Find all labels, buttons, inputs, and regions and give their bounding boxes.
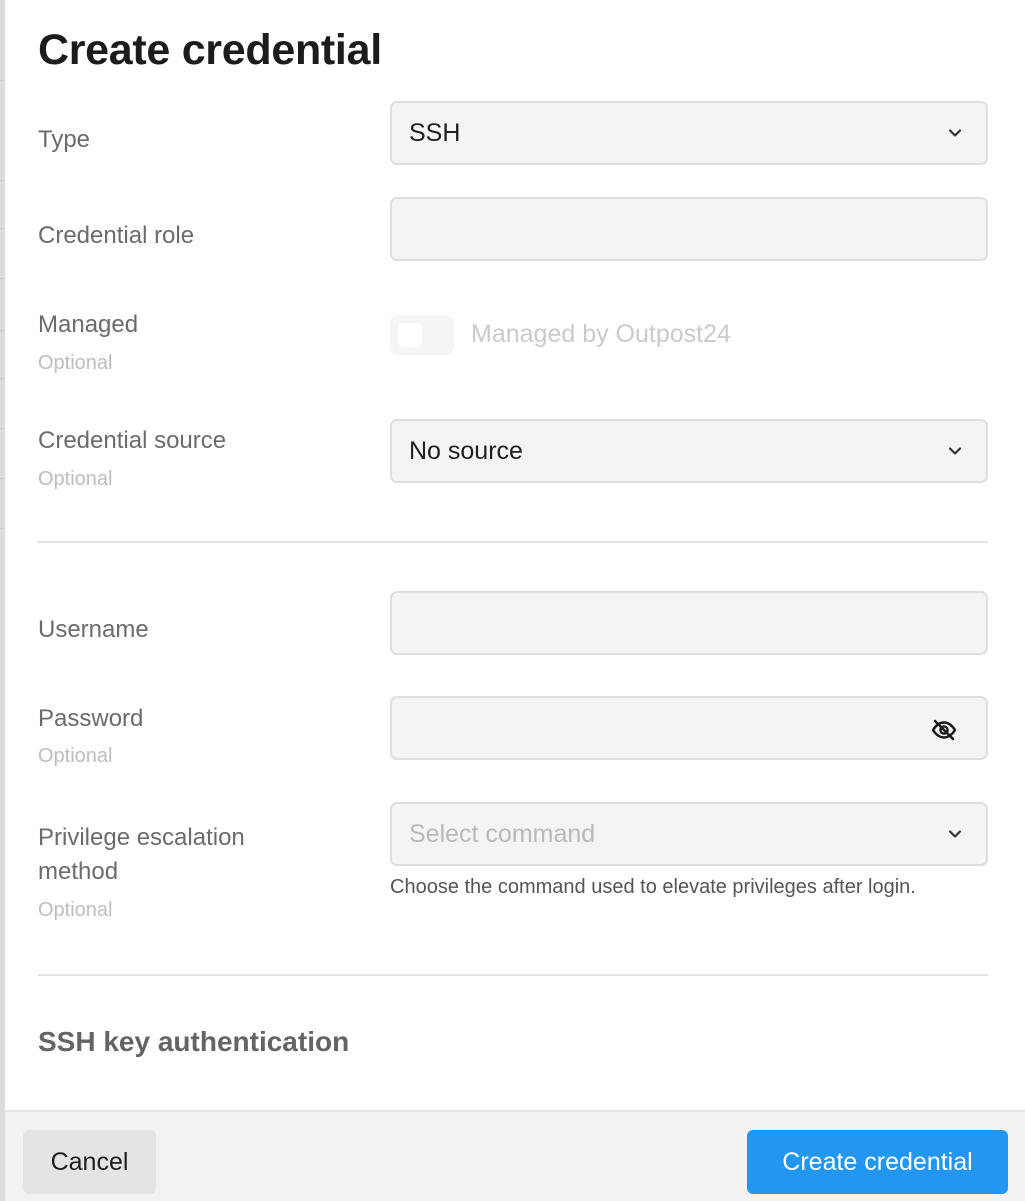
privilege-escalation-select[interactable]: Select command <box>390 802 988 866</box>
type-label: Type <box>38 126 91 153</box>
privilege-escalation-help: Choose the command used to elevate privi… <box>390 876 916 898</box>
managed-optional: Optional <box>38 352 113 374</box>
chevron-down-icon <box>948 447 962 455</box>
chevron-down-icon <box>948 830 962 838</box>
credential-role-input[interactable] <box>390 197 988 261</box>
managed-toggle-label: Managed by Outpost24 <box>471 320 731 348</box>
privilege-escalation-optional: Optional <box>38 899 113 921</box>
ssh-key-section-heading: SSH key authentication <box>38 1026 350 1057</box>
eye-off-icon[interactable] <box>930 716 958 744</box>
managed-label: Managed <box>38 311 139 338</box>
password-input[interactable] <box>390 696 988 760</box>
chevron-down-icon <box>948 129 962 137</box>
section-divider <box>38 541 988 543</box>
credential-source-value: No source <box>409 437 523 465</box>
type-select-value: SSH <box>409 119 461 147</box>
section-divider <box>38 974 988 976</box>
privilege-escalation-label-line2: method <box>38 858 119 885</box>
create-credential-button[interactable]: Create credential <box>747 1130 1008 1194</box>
credential-source-optional: Optional <box>38 468 113 490</box>
managed-toggle[interactable] <box>390 315 454 355</box>
password-optional: Optional <box>38 745 113 767</box>
password-label: Password <box>38 705 144 732</box>
username-label: Username <box>38 616 149 643</box>
dialog-title: Create credential <box>38 26 382 74</box>
privilege-escalation-placeholder: Select command <box>409 820 596 848</box>
dialog-footer: Cancel Create credential <box>5 1110 1025 1201</box>
create-credential-dialog: Create credential Type SSH Credential ro… <box>5 0 1025 1201</box>
privilege-escalation-label-line1: Privilege escalation <box>38 824 245 851</box>
credential-source-label: Credential source <box>38 427 227 454</box>
credential-source-select[interactable]: No source <box>390 419 988 483</box>
username-input[interactable] <box>390 591 988 655</box>
cancel-button[interactable]: Cancel <box>23 1130 156 1194</box>
type-select[interactable]: SSH <box>390 101 988 165</box>
credential-role-label: Credential role <box>38 222 195 249</box>
managed-toggle-knob <box>398 323 422 347</box>
